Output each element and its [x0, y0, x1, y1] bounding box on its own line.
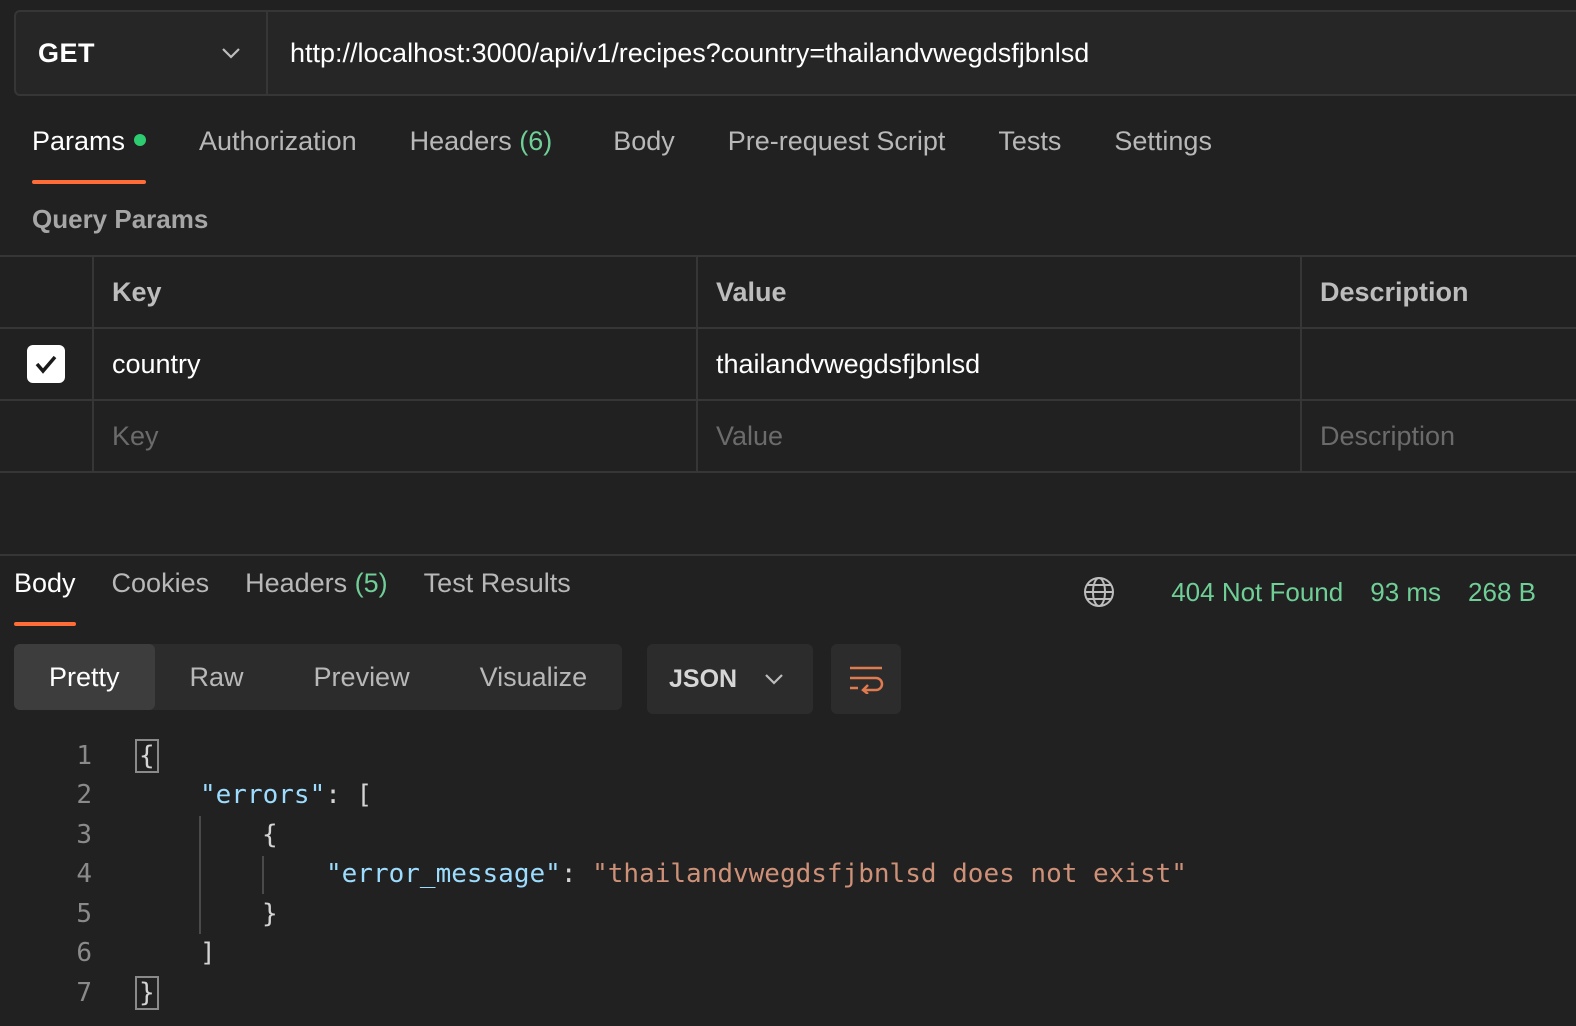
method-label: GET — [38, 37, 96, 68]
value-placeholder-input[interactable]: Value — [698, 401, 1302, 471]
header-value: Value — [698, 257, 1302, 327]
url-input[interactable]: http://localhost:3000/api/v1/recipes?cou… — [268, 12, 1576, 94]
line-number: 5 — [76, 898, 92, 929]
json-colon: : — [325, 780, 357, 811]
tab-label: Pre-request Script — [727, 126, 946, 156]
tab-tests[interactable]: Tests — [998, 126, 1061, 184]
bracket-match: { — [135, 738, 159, 773]
line-number: 1 — [76, 740, 92, 771]
response-tab-body[interactable]: Body — [14, 568, 76, 626]
response-divider[interactable] — [0, 554, 1576, 556]
param-description[interactable] — [1302, 329, 1576, 399]
key-placeholder-input[interactable]: Key — [94, 401, 698, 471]
tab-settings[interactable]: Settings — [1114, 126, 1212, 184]
response-tab-test-results[interactable]: Test Results — [424, 568, 571, 626]
status-dot-icon — [134, 134, 147, 146]
chevron-down-icon — [222, 48, 240, 59]
response-tabs: Body Cookies Headers (5) Test Results — [14, 568, 607, 628]
bracket-match: } — [135, 975, 159, 1010]
tab-label: Tests — [998, 126, 1062, 156]
code-line: 1 { — [0, 736, 1576, 776]
param-checkbox[interactable] — [27, 345, 65, 383]
code-text: "errors": [ — [200, 780, 372, 810]
wrap-lines-icon — [850, 666, 884, 694]
line-number: 2 — [76, 780, 92, 811]
code-text: } — [135, 975, 159, 1010]
checkmark-icon — [35, 355, 57, 374]
json-bracket: [ — [356, 780, 373, 811]
table-row: country thailandvwegdsfjbnlsd — [0, 329, 1576, 401]
code-text: ] — [200, 938, 216, 969]
view-preview-button[interactable]: Preview — [279, 644, 445, 710]
table-row-empty: Key Value Description — [0, 401, 1576, 473]
line-number: 6 — [76, 938, 92, 969]
row-check-cell — [0, 401, 94, 471]
code-line: 5 } — [0, 894, 1576, 934]
tab-headers[interactable]: Headers (6) — [410, 126, 553, 184]
tab-params[interactable]: Params — [32, 126, 147, 184]
response-tab-headers[interactable]: Headers (5) — [245, 568, 388, 626]
line-number: 3 — [76, 819, 92, 850]
method-select[interactable]: GET — [16, 12, 268, 94]
request-tabs: Params Authorization Headers (6) Body Pr… — [32, 126, 1265, 186]
tab-label: Body — [14, 568, 76, 598]
tab-label: Test Results — [423, 568, 571, 598]
tab-label: Authorization — [199, 126, 357, 156]
code-line: 3 { — [0, 815, 1576, 855]
chevron-down-icon — [765, 674, 783, 685]
code-text: { — [262, 819, 278, 850]
tab-body[interactable]: Body — [613, 126, 675, 184]
globe-icon[interactable] — [1082, 575, 1116, 609]
param-value[interactable]: thailandvwegdsfjbnlsd — [698, 329, 1302, 399]
tab-pre-request-script[interactable]: Pre-request Script — [728, 126, 946, 184]
tab-authorization[interactable]: Authorization — [199, 126, 357, 184]
param-key[interactable]: country — [94, 329, 698, 399]
description-placeholder-input[interactable]: Description — [1302, 401, 1576, 471]
response-body-code[interactable]: 1 { 2 "errors": [ 3 { 4 "error_message":… — [0, 736, 1576, 1013]
line-number: 4 — [76, 859, 92, 890]
request-bar: GET http://localhost:3000/api/v1/recipes… — [14, 10, 1576, 96]
tab-count: (6) — [519, 126, 553, 156]
response-status-bar: 404 Not Found 93 ms 268 B — [1082, 574, 1536, 610]
json-key: "errors" — [200, 780, 326, 811]
tab-label: Body — [613, 126, 675, 156]
row-check-cell — [0, 329, 94, 399]
code-line: 2 "errors": [ — [0, 776, 1576, 816]
view-raw-button[interactable]: Raw — [155, 644, 279, 710]
code-text: "error_message": "thailandvwegdsfjbnlsd … — [326, 859, 1187, 889]
json-colon: : — [560, 859, 593, 890]
view-pretty-button[interactable]: Pretty — [14, 644, 155, 710]
code-text: { — [135, 738, 159, 773]
header-key: Key — [94, 257, 698, 327]
tab-label: Params — [32, 126, 126, 156]
json-key: "error_message" — [326, 859, 561, 890]
code-line: 7 } — [0, 973, 1576, 1013]
tab-label: Settings — [1114, 126, 1212, 156]
line-number: 7 — [76, 977, 92, 1008]
tab-label: Headers — [245, 568, 348, 598]
tab-count: (5) — [354, 568, 388, 598]
tab-label: Headers — [409, 126, 512, 156]
wrap-lines-button[interactable] — [831, 644, 901, 714]
tab-label: Cookies — [111, 568, 210, 598]
response-tab-cookies[interactable]: Cookies — [112, 568, 210, 626]
view-mode-group: Pretty Raw Preview Visualize — [14, 644, 623, 710]
params-table: Key Value Description country thailandvw… — [0, 255, 1576, 473]
format-select[interactable]: JSON — [647, 644, 813, 714]
header-check-cell — [0, 257, 94, 327]
response-time[interactable]: 93 ms — [1370, 577, 1441, 608]
code-line: 4 "error_message": "thailandvwegdsfjbnls… — [0, 855, 1576, 895]
header-description: Description — [1320, 276, 1469, 307]
view-visualize-button[interactable]: Visualize — [445, 644, 623, 710]
status-code[interactable]: 404 Not Found — [1171, 577, 1343, 608]
response-size[interactable]: 268 B — [1468, 577, 1536, 608]
code-line: 6 ] — [0, 934, 1576, 974]
format-label: JSON — [669, 664, 738, 693]
query-params-title: Query Params — [32, 204, 209, 234]
json-string: "thailandvwegdsfjbnlsd does not exist" — [592, 859, 1187, 890]
code-text: } — [262, 898, 278, 929]
table-header-row: Key Value Description — [0, 257, 1576, 329]
